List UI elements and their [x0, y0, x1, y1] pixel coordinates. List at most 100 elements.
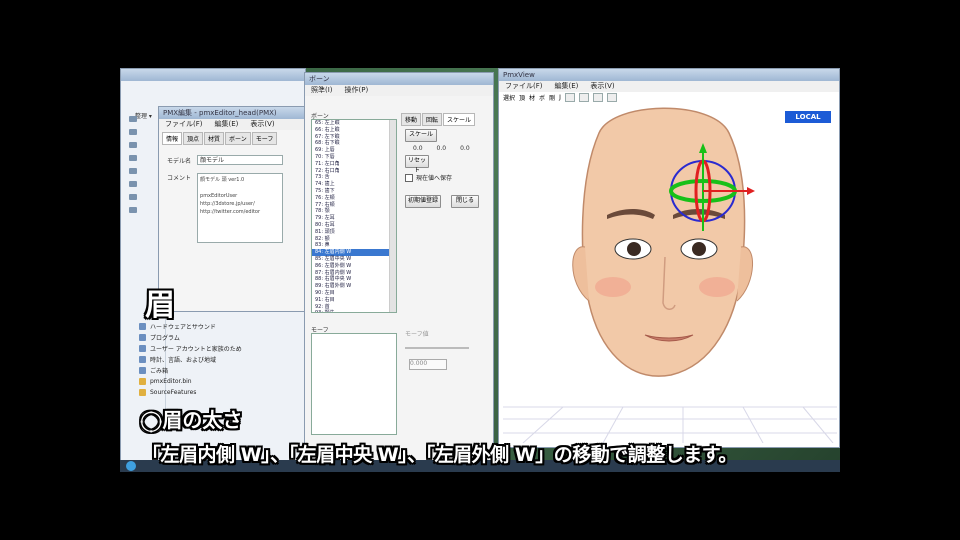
comment-label: コメント	[167, 175, 192, 182]
tb-vertex[interactable]: 頂	[519, 93, 525, 102]
toolbar-button[interactable]	[592, 92, 603, 102]
tab-info[interactable]: 情報	[162, 132, 183, 145]
save-current-checkbox[interactable]: 現在値へ保存	[405, 173, 452, 182]
start-button-icon[interactable]	[126, 461, 136, 471]
bone-list-item[interactable]: 65: 左上瞼	[312, 120, 396, 127]
bone-list-item[interactable]: 90: 左目	[312, 290, 396, 297]
menu-edit[interactable]: 編集(E)	[555, 81, 579, 92]
bone-list-item[interactable]: 70: 下唇	[312, 154, 396, 161]
tb-bone[interactable]: ボ	[539, 93, 545, 102]
head-model-render	[503, 107, 837, 444]
bone-list-item[interactable]: 80: 右耳	[312, 222, 396, 229]
tree-item[interactable]: ユーザー アカウントと家族のため	[139, 343, 289, 354]
model-name-label: モデル名	[167, 157, 192, 165]
model-window-title[interactable]: PMX編集 - pmxEditor_head(PMX)	[159, 107, 307, 119]
tab-material[interactable]: 材質	[204, 132, 225, 145]
bone-list-item[interactable]: 77: 右頬	[312, 202, 396, 209]
close-button[interactable]: 閉じる	[451, 195, 479, 208]
menu-file[interactable]: ファイル(F)	[505, 81, 543, 92]
model-info-window: PMX編集 - pmxEditor_head(PMX) ファイル(F) 編集(E…	[158, 106, 308, 312]
tb-joint[interactable]: J	[559, 94, 561, 101]
reset-button[interactable]: リセット	[405, 155, 429, 174]
bone-list-item[interactable]: 89: 右眉外側 W	[312, 283, 396, 290]
slider-value[interactable]: 0.000	[409, 359, 447, 370]
nav-icon[interactable]	[129, 181, 137, 187]
nav-icon[interactable]	[129, 116, 137, 122]
bone-list-item[interactable]: 69: 上唇	[312, 147, 396, 154]
folder-icon	[139, 378, 146, 385]
menu-edit[interactable]: 編集(E)	[215, 119, 239, 130]
checkbox-box[interactable]	[405, 173, 413, 182]
tree-item[interactable]: プログラム	[139, 332, 289, 343]
comment-field[interactable]: 顔モデル 頭 ver1.0 pmxEditorUser http://3dsto…	[197, 173, 284, 243]
bone-list-item[interactable]: 91: 右目	[312, 297, 396, 304]
menu-aim[interactable]: 照準(I)	[311, 85, 333, 96]
x-value[interactable]: 0.0	[413, 145, 423, 152]
z-value[interactable]: 0.0	[460, 145, 470, 152]
tb-select[interactable]: 選択	[503, 93, 515, 102]
3d-viewport[interactable]	[503, 107, 837, 444]
tree-item[interactable]: SourceFeatures	[139, 387, 289, 398]
local-axis-toggle[interactable]: LOCAL	[785, 111, 831, 123]
bone-list-item[interactable]: 71: 左口角	[312, 161, 396, 168]
tab-vertex[interactable]: 頂点	[183, 132, 204, 145]
nav-icon[interactable]	[129, 155, 137, 161]
bone-list-item[interactable]: 93: 顎先	[312, 310, 396, 312]
floor-grid	[503, 406, 837, 444]
bone-listbox[interactable]: 65: 左上瞼 66: 右上瞼 67: 左下瞼 68: 右下瞼 69: 上唇 70: 下唇…	[311, 119, 397, 313]
bone-list-item[interactable]: 84: 左眉内側 W	[312, 249, 396, 256]
tab-bone[interactable]: ボーン	[225, 132, 251, 145]
tree-item[interactable]: 時計、言語、および地域	[139, 354, 289, 365]
folder-icon	[139, 389, 146, 396]
control-panel-icon	[139, 334, 146, 341]
viewport-menubar: ファイル(F) 編集(E) 表示(V)	[499, 81, 839, 92]
bone-list-item[interactable]: 81: 頭頂	[312, 229, 396, 236]
caption-instruction: 「左眉内側 W」、「左眉中央 W」、「左眉外側 W」の移動で調整します。	[142, 444, 737, 466]
bone-list-item[interactable]: 75: 歯下	[312, 188, 396, 195]
model-name-field[interactable]: 顔モデル	[197, 155, 284, 165]
scale-button[interactable]: スケール	[405, 129, 437, 142]
tb-material[interactable]: 材	[529, 93, 535, 102]
toolbar-button[interactable]	[606, 92, 617, 102]
morph-slider[interactable]	[405, 347, 469, 349]
morph-listbox[interactable]	[311, 333, 397, 435]
tab-move[interactable]: 移動	[401, 113, 422, 126]
toolbar-button[interactable]	[564, 92, 575, 102]
viewport-title[interactable]: PmxView	[499, 69, 839, 81]
tree-item[interactable]: ごみ箱	[139, 365, 289, 376]
tab-morph[interactable]: モーフ	[251, 132, 278, 145]
nav-icon[interactable]	[129, 194, 137, 200]
menu-operate[interactable]: 操作(P)	[345, 85, 369, 96]
menu-view[interactable]: 表示(V)	[590, 81, 614, 92]
bone-list-item[interactable]: 76: 左頬	[312, 195, 396, 202]
nav-icon[interactable]	[129, 168, 137, 174]
tab-rotate[interactable]: 回転	[422, 113, 443, 126]
bone-list-item[interactable]: 86: 左眉外側 W	[312, 263, 396, 270]
bone-list-item[interactable]: 85: 左眉中央 W	[312, 256, 396, 263]
nav-icon[interactable]	[129, 207, 137, 213]
bone-window-title[interactable]: ボーン	[305, 73, 493, 85]
menu-file[interactable]: ファイル(F)	[165, 119, 203, 130]
transform-tabs: 移動 回転 スケール	[401, 113, 476, 126]
y-value[interactable]: 0.0	[437, 145, 447, 152]
slider-label: モーフ値	[405, 331, 429, 338]
bone-list-item[interactable]: 74: 歯上	[312, 181, 396, 188]
nav-icon[interactable]	[129, 142, 137, 148]
xyz-values: 0.0 0.0 0.0	[413, 145, 470, 152]
nav-icon[interactable]	[129, 129, 137, 135]
menu-view[interactable]: 表示(V)	[250, 119, 274, 130]
viewport-window: PmxView ファイル(F) 編集(E) 表示(V) 選択 頂 材 ボ 剛 J	[498, 68, 840, 448]
model-menubar: ファイル(F) 編集(E) 表示(V)	[159, 119, 307, 130]
right-pupil	[692, 242, 706, 256]
tb-rigid[interactable]: 剛	[549, 93, 555, 102]
tab-scale[interactable]: スケール	[443, 113, 476, 126]
bone-list-scrollbar[interactable]	[389, 120, 396, 312]
register-initial-button[interactable]: 初期値登録	[405, 195, 441, 208]
left-cheek	[595, 277, 631, 297]
bone-list-item[interactable]: 66: 右上瞼	[312, 127, 396, 134]
control-panel-icon	[139, 323, 146, 330]
toolbar-button[interactable]	[578, 92, 589, 102]
explorer-titlebar[interactable]	[121, 69, 305, 81]
tree-item[interactable]: pmxEditor.bin	[139, 376, 289, 387]
bone-list-item[interactable]: 79: 左耳	[312, 215, 396, 222]
